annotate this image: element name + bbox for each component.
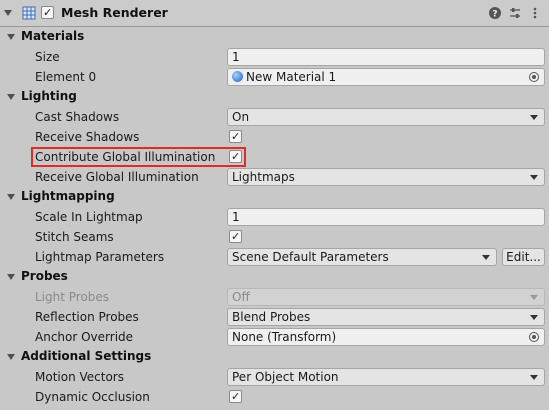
foldout-arrow-icon (7, 94, 15, 100)
component-header: ✓ Mesh Renderer ? (0, 0, 549, 27)
dropdown-value: On (232, 110, 250, 124)
section-materials[interactable]: Materials (0, 27, 549, 47)
row-lightmap-parameters: Lightmap Parameters Scene Default Parame… (0, 247, 549, 267)
check-icon: ✓ (43, 6, 53, 19)
chevron-down-icon (530, 315, 538, 320)
edit-button[interactable]: Edit... (502, 248, 545, 266)
row-reflection-probes: Reflection Probes Blend Probes (0, 307, 549, 327)
chevron-down-icon (482, 255, 490, 260)
row-cast-shadows: Cast Shadows On (0, 107, 549, 127)
row-motion-vectors: Motion Vectors Per Object Motion (0, 367, 549, 387)
element-0-label: Element 0 (35, 70, 97, 84)
section-label: Lighting (21, 89, 77, 103)
row-light-probes: Light Probes Off (0, 287, 549, 307)
light-probes-dropdown: Off (227, 288, 545, 306)
lightmap-parameters-dropdown[interactable]: Scene Default Parameters (227, 248, 497, 266)
section-probes[interactable]: Probes (0, 267, 549, 287)
dropdown-value: Off (232, 290, 250, 304)
section-additional-settings[interactable]: Additional Settings (0, 347, 549, 367)
anchor-override-field[interactable]: None (Transform) (227, 328, 545, 346)
row-stitch-seams: Stitch Seams ✓ (0, 227, 549, 247)
size-label: Size (35, 50, 60, 64)
dynamic-occlusion-checkbox[interactable]: ✓ (229, 390, 242, 403)
row-receive-gi: Receive Global Illumination Lightmaps (0, 167, 549, 187)
component-title: Mesh Renderer (61, 5, 168, 20)
foldout-arrow-icon (7, 34, 15, 40)
material-icon (232, 71, 243, 82)
cast-shadows-dropdown[interactable]: On (227, 108, 545, 126)
section-lightmapping[interactable]: Lightmapping (0, 187, 549, 207)
anchor-override-label: Anchor Override (35, 330, 134, 344)
highlight-box (31, 147, 246, 167)
row-receive-shadows: Receive Shadows ✓ (0, 127, 549, 147)
scale-in-lightmap-label: Scale In Lightmap (35, 210, 143, 224)
svg-text:?: ? (492, 10, 497, 20)
section-label: Probes (21, 269, 68, 283)
stitch-seams-label: Stitch Seams (35, 230, 114, 244)
check-icon: ✓ (231, 390, 241, 403)
chevron-down-icon (530, 295, 538, 300)
receive-gi-label: Receive Global Illumination (35, 170, 199, 184)
mesh-renderer-icon (22, 6, 36, 20)
kebab-menu-icon[interactable] (528, 6, 542, 20)
reflection-probes-dropdown[interactable]: Blend Probes (227, 308, 545, 326)
dropdown-value: Scene Default Parameters (232, 250, 389, 264)
dynamic-occlusion-label: Dynamic Occlusion (35, 390, 150, 404)
row-size: Size 1 (0, 47, 549, 67)
dropdown-value: Lightmaps (232, 170, 295, 184)
material-value: New Material 1 (246, 70, 337, 84)
material-object-field[interactable]: New Material 1 (227, 68, 545, 86)
motion-vectors-dropdown[interactable]: Per Object Motion (227, 368, 545, 386)
check-icon: ✓ (231, 130, 241, 143)
foldout-arrow-icon (7, 194, 15, 200)
chevron-down-icon (530, 175, 538, 180)
row-anchor-override: Anchor Override None (Transform) (0, 327, 549, 347)
chevron-down-icon (530, 375, 538, 380)
stitch-seams-checkbox[interactable]: ✓ (229, 230, 242, 243)
dropdown-value: Blend Probes (232, 310, 311, 324)
foldout-arrow-icon[interactable] (4, 10, 12, 16)
foldout-arrow-icon (7, 274, 15, 280)
row-scale-in-lightmap: Scale In Lightmap 1 (0, 207, 549, 227)
section-lighting[interactable]: Lighting (0, 87, 549, 107)
object-picker-icon[interactable] (529, 332, 539, 342)
lightmap-parameters-label: Lightmap Parameters (35, 250, 165, 264)
row-element-0: Element 0 New Material 1 (0, 67, 549, 87)
cast-shadows-label: Cast Shadows (35, 110, 120, 124)
receive-gi-dropdown[interactable]: Lightmaps (227, 168, 545, 186)
size-input[interactable]: 1 (227, 48, 545, 66)
motion-vectors-label: Motion Vectors (35, 370, 124, 384)
reflection-probes-label: Reflection Probes (35, 310, 139, 324)
component-enabled-checkbox[interactable]: ✓ (41, 6, 54, 19)
check-icon: ✓ (231, 230, 241, 243)
presets-icon[interactable] (508, 6, 522, 20)
foldout-arrow-icon (7, 354, 15, 360)
light-probes-label: Light Probes (35, 290, 110, 304)
dropdown-value: Per Object Motion (232, 370, 339, 384)
section-label: Additional Settings (21, 349, 152, 363)
section-label: Lightmapping (21, 189, 115, 203)
chevron-down-icon (530, 115, 538, 120)
receive-shadows-checkbox[interactable]: ✓ (229, 130, 242, 143)
section-label: Materials (21, 29, 85, 43)
scale-in-lightmap-input[interactable]: 1 (227, 208, 545, 226)
object-picker-icon[interactable] (529, 72, 539, 82)
receive-shadows-label: Receive Shadows (35, 130, 140, 144)
help-icon[interactable]: ? (488, 6, 502, 20)
row-dynamic-occlusion: Dynamic Occlusion ✓ (0, 387, 549, 407)
anchor-override-value: None (Transform) (232, 330, 337, 344)
